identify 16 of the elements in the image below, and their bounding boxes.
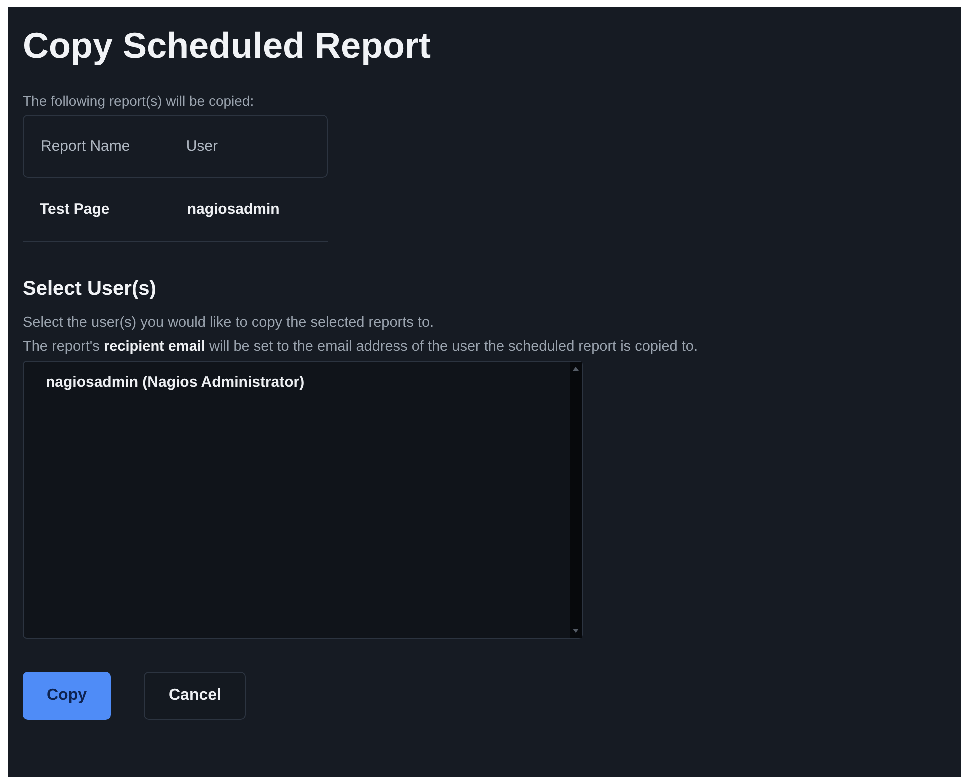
intro-text: The following report(s) will be copied: — [23, 93, 256, 109]
description-text: Select the user(s) you would like to copy the selected reports to. — [23, 315, 436, 331]
copy-button[interactable]: Copy — [23, 672, 111, 720]
scrollbar[interactable] — [570, 362, 582, 638]
description-text: The report's recipient email will be set to the email address of the user the scheduled report is copied to. — [23, 339, 699, 355]
table-cell-text: nagiosadmin — [187, 201, 281, 218]
page-title: Copy Scheduled Report — [23, 24, 432, 68]
scroll-up-icon[interactable] — [572, 365, 580, 373]
section-title: Select User(s) — [23, 278, 158, 301]
user-option[interactable]: nagiosadmin (Nagios Administrator) — [32, 372, 562, 393]
table-cell-text: Test Page — [39, 201, 111, 218]
column-header: Report Name — [40, 138, 132, 155]
scroll-down-icon[interactable] — [572, 627, 580, 635]
cancel-button[interactable]: Cancel — [144, 672, 246, 720]
user-listbox[interactable]: nagiosadmin (Nagios Administrator) — [23, 361, 583, 639]
column-header: User — [186, 138, 220, 155]
